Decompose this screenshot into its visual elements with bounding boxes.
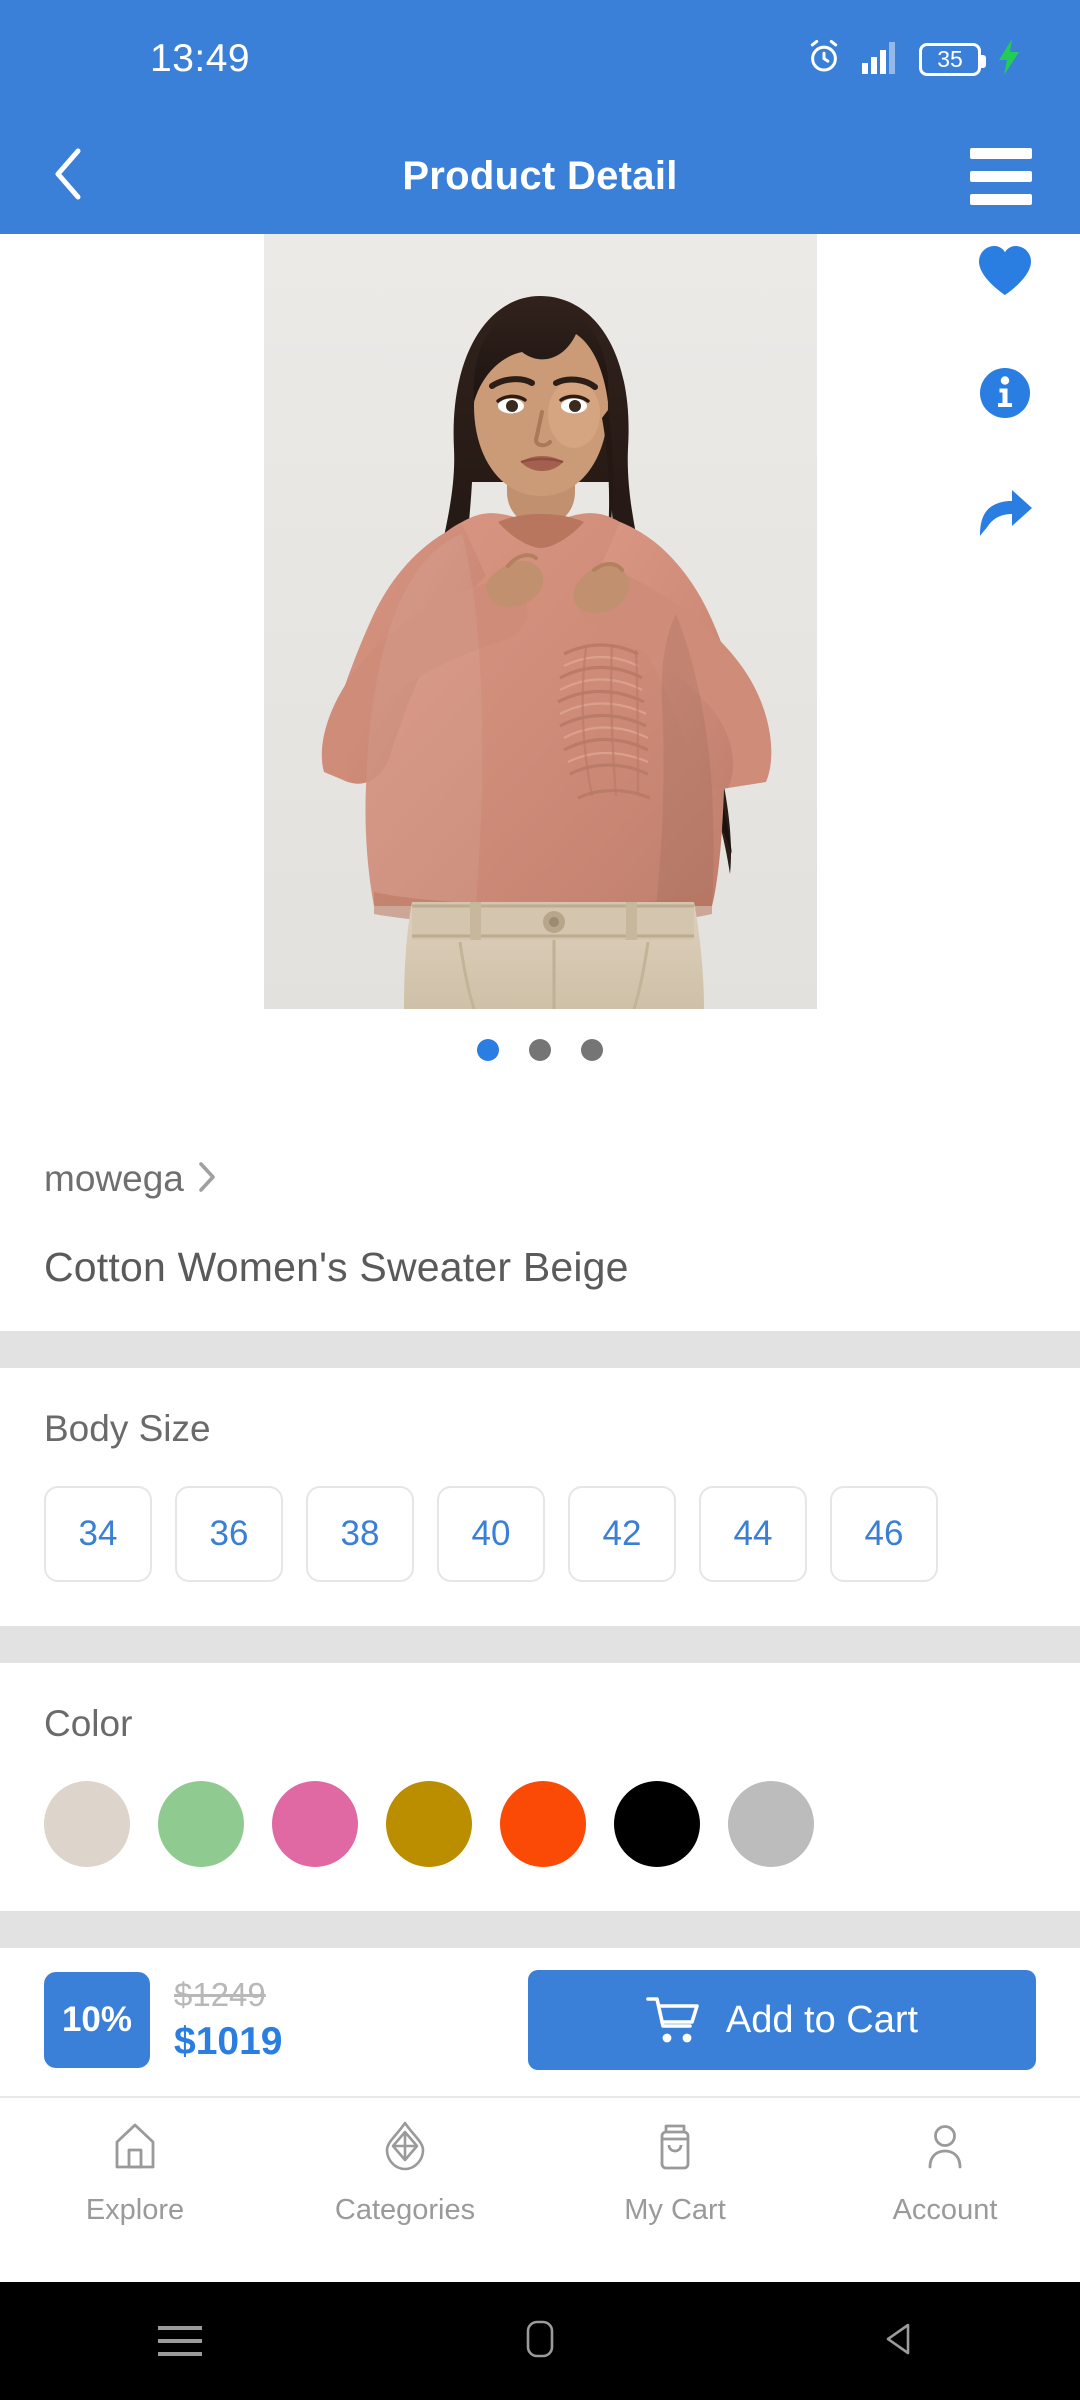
recents-lines-icon (158, 2326, 202, 2356)
color-swatch[interactable] (272, 1781, 358, 1867)
system-navigation-bar (0, 2282, 1080, 2400)
status-bar-clock: 13:49 (150, 37, 251, 80)
color-options (44, 1781, 1036, 1867)
status-bar-icons: 35 (805, 38, 1020, 81)
info-button[interactable] (978, 366, 1032, 420)
nav-item-categories[interactable]: Categories (270, 2120, 540, 2227)
size-option[interactable]: 34 (44, 1486, 152, 1582)
current-price: $1019 (174, 2020, 283, 2063)
nav-label-categories: Categories (334, 2194, 476, 2226)
brand-link[interactable]: mowega (44, 1158, 1036, 1200)
size-option[interactable]: 46 (830, 1486, 938, 1582)
price-group: $1249 $1019 (174, 1976, 282, 2064)
hamburger-menu-icon[interactable] (970, 147, 1032, 205)
recents-button[interactable] (0, 2326, 360, 2356)
alarm-clock-icon (805, 38, 843, 81)
shopping-cart-icon (646, 1995, 700, 2045)
status-bar: 13:49 35 (0, 0, 1080, 118)
person-icon (919, 2120, 971, 2180)
charging-bolt-icon (998, 38, 1020, 80)
section-divider (0, 1911, 1080, 1948)
color-swatch[interactable] (158, 1781, 244, 1867)
color-swatch[interactable] (614, 1781, 700, 1867)
share-arrow-icon (976, 490, 1034, 542)
product-title: Cotton Women's Sweater Beige (44, 1244, 629, 1290)
home-icon (109, 2120, 161, 2180)
brand-name: mowega (44, 1158, 184, 1199)
app-bar: Product Detail (0, 118, 1080, 234)
shopping-bag-icon (649, 2120, 701, 2180)
battery-icon: 35 (919, 42, 986, 76)
size-option[interactable]: 42 (568, 1486, 676, 1582)
color-swatch[interactable] (386, 1781, 472, 1867)
size-option[interactable]: 44 (699, 1486, 807, 1582)
back-button[interactable] (48, 145, 118, 208)
nav-label-account: Account (892, 2194, 998, 2226)
add-to-cart-label: Add to Cart (725, 1998, 919, 2041)
nav-item-explore[interactable]: Explore (0, 2120, 270, 2227)
original-price: $1249 (174, 1976, 266, 2013)
body-size-section: Body Size 34 36 38 40 42 44 46 (0, 1368, 1080, 1626)
nav-item-account[interactable]: Account (810, 2120, 1080, 2227)
color-section: Color (0, 1663, 1080, 1911)
nav-label-explore: Explore (85, 2194, 185, 2226)
home-button[interactable] (360, 2318, 720, 2365)
share-button[interactable] (976, 488, 1034, 538)
product-photo-illustration (264, 234, 817, 1009)
gallery-dot-3[interactable] (581, 1039, 603, 1061)
menu-line (970, 193, 1032, 205)
color-swatch[interactable] (44, 1781, 130, 1867)
chevron-left-icon (48, 145, 92, 208)
section-divider (0, 1331, 1080, 1368)
chevron-right-icon (196, 1160, 218, 1199)
body-size-label: Body Size (44, 1408, 211, 1449)
back-button-system[interactable] (720, 2320, 1080, 2363)
discount-badge[interactable]: 10% (44, 1972, 150, 2068)
home-square-icon (524, 2318, 556, 2365)
color-swatch[interactable] (728, 1781, 814, 1867)
gallery-dots (0, 1039, 1080, 1061)
diamond-icon (379, 2120, 431, 2180)
size-option[interactable]: 40 (437, 1486, 545, 1582)
heart-icon (976, 246, 1034, 302)
color-swatch[interactable] (500, 1781, 586, 1867)
product-image[interactable] (264, 234, 817, 1009)
size-option[interactable]: 36 (175, 1486, 283, 1582)
price-bar: 10% $1249 $1019 Add to Cart (0, 1948, 1080, 2098)
signal-bars-icon (860, 40, 902, 79)
section-divider (0, 1626, 1080, 1663)
gallery-actions (976, 244, 1034, 538)
menu-line (970, 147, 1032, 159)
body-size-options: 34 36 38 40 42 44 46 (44, 1486, 1036, 1582)
gallery-dot-1[interactable] (477, 1039, 499, 1061)
product-info: mowega Cotton Women's Sweater Beige (0, 1114, 1080, 1331)
size-option[interactable]: 38 (306, 1486, 414, 1582)
info-circle-icon (978, 368, 1032, 424)
page-title: Product Detail (402, 153, 678, 198)
gallery-dot-2[interactable] (529, 1039, 551, 1061)
color-label: Color (44, 1703, 133, 1744)
menu-line (970, 170, 1032, 182)
nav-item-cart[interactable]: My Cart (540, 2120, 810, 2227)
app-screen: 13:49 35 Product Detail mowega Cotton Wo… (0, 0, 1080, 2400)
battery-level-label: 35 (937, 45, 963, 72)
bottom-navigation: Explore Categories My Cart Account (0, 2098, 1080, 2245)
add-to-cart-button[interactable]: Add to Cart (528, 1970, 1036, 2070)
nav-label-cart: My Cart (624, 2194, 726, 2226)
favorite-button[interactable] (976, 244, 1034, 298)
back-triangle-icon (882, 2320, 918, 2363)
product-gallery[interactable] (0, 234, 1080, 1114)
